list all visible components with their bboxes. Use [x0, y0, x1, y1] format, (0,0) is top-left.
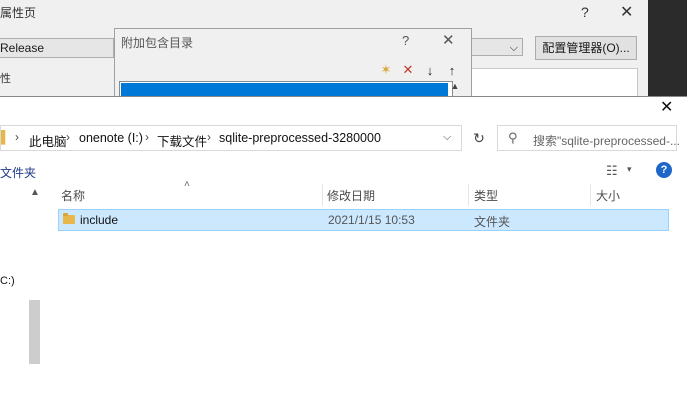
column-divider[interactable]: [468, 184, 469, 206]
include-dialog-title: 附加包含目录: [121, 36, 194, 50]
search-placeholder: 搜索"sqlite-preprocessed-...: [533, 134, 680, 148]
file-name: include: [80, 213, 119, 227]
refresh-icon[interactable]: ↻: [466, 125, 492, 151]
arrow-up-icon[interactable]: ↑: [442, 60, 462, 80]
search-box[interactable]: ⚲ 搜索"sqlite-preprocessed-...: [497, 125, 680, 151]
file-type: 文件夹: [474, 215, 511, 229]
breadcrumb-separator: ›: [15, 130, 19, 144]
file-modified: 2021/1/15 10:53: [328, 213, 415, 227]
breadcrumb-separator: ›: [145, 130, 149, 144]
close-icon[interactable]: ✕: [442, 31, 455, 49]
scroll-up-icon[interactable]: ▲: [30, 187, 40, 198]
help-icon[interactable]: ?: [402, 33, 409, 48]
breadcrumb-current-folder[interactable]: sqlite-preprocessed-3280000: [219, 131, 381, 145]
search-icon: ⚲: [508, 130, 518, 145]
chevron-down-icon: ⌵: [509, 42, 518, 54]
breadcrumb-downloads[interactable]: 下载文件: [157, 131, 207, 150]
property-dialog-title: 属性页: [0, 6, 37, 20]
new-folder-button[interactable]: 文件夹: [0, 164, 36, 181]
help-icon[interactable]: ?: [656, 162, 672, 178]
configuration-select[interactable]: Release: [0, 38, 114, 58]
close-icon[interactable]: ✕: [620, 2, 633, 22]
sort-ascending-icon: ˄: [184, 179, 190, 190]
column-header-type[interactable]: 类型: [474, 187, 498, 204]
folder-icon: [63, 213, 75, 224]
close-icon[interactable]: ✕: [660, 97, 673, 117]
navigation-pane[interactable]: [0, 184, 43, 401]
address-bar[interactable]: ▌ › 此电脑 › onenote (I:) › 下载文件 › sqlite-p…: [0, 125, 462, 151]
nav-scrollbar-thumb[interactable]: [29, 300, 40, 364]
nav-item-drive-c[interactable]: C:): [0, 275, 15, 287]
view-icon[interactable]: ☷: [606, 163, 618, 179]
column-header-modified[interactable]: 修改日期: [327, 187, 375, 204]
column-header-name[interactable]: 名称: [61, 187, 85, 204]
help-icon[interactable]: ?: [581, 4, 589, 20]
include-directories-dialog: 附加包含目录 ? ✕ ✶ ✕ ↓ ↑ ▲: [114, 28, 472, 103]
new-folder-icon[interactable]: ✶: [376, 60, 396, 80]
file-browse-dialog: ✕ ▌ › 此电脑 › onenote (I:) › 下载文件 › sqlite…: [0, 96, 687, 401]
breadcrumb-separator: ›: [66, 130, 70, 144]
platform-select[interactable]: ⌵: [470, 38, 523, 56]
column-divider[interactable]: [322, 184, 323, 206]
pc-icon: ▌: [1, 130, 10, 144]
property-side-label: 性: [0, 73, 11, 85]
chevron-down-icon[interactable]: ⌵: [443, 131, 451, 144]
config-manager-button[interactable]: 配置管理器(O)...: [535, 36, 637, 60]
column-header-size[interactable]: 大小: [596, 187, 620, 204]
chevron-down-icon[interactable]: ▾: [627, 164, 632, 175]
column-divider[interactable]: [590, 184, 591, 206]
delete-icon[interactable]: ✕: [398, 60, 418, 80]
breadcrumb-drive[interactable]: onenote (I:): [79, 131, 143, 145]
breadcrumb-separator: ›: [207, 130, 211, 144]
breadcrumb-this-pc[interactable]: 此电脑: [29, 131, 67, 150]
arrow-down-icon[interactable]: ↓: [420, 60, 440, 80]
